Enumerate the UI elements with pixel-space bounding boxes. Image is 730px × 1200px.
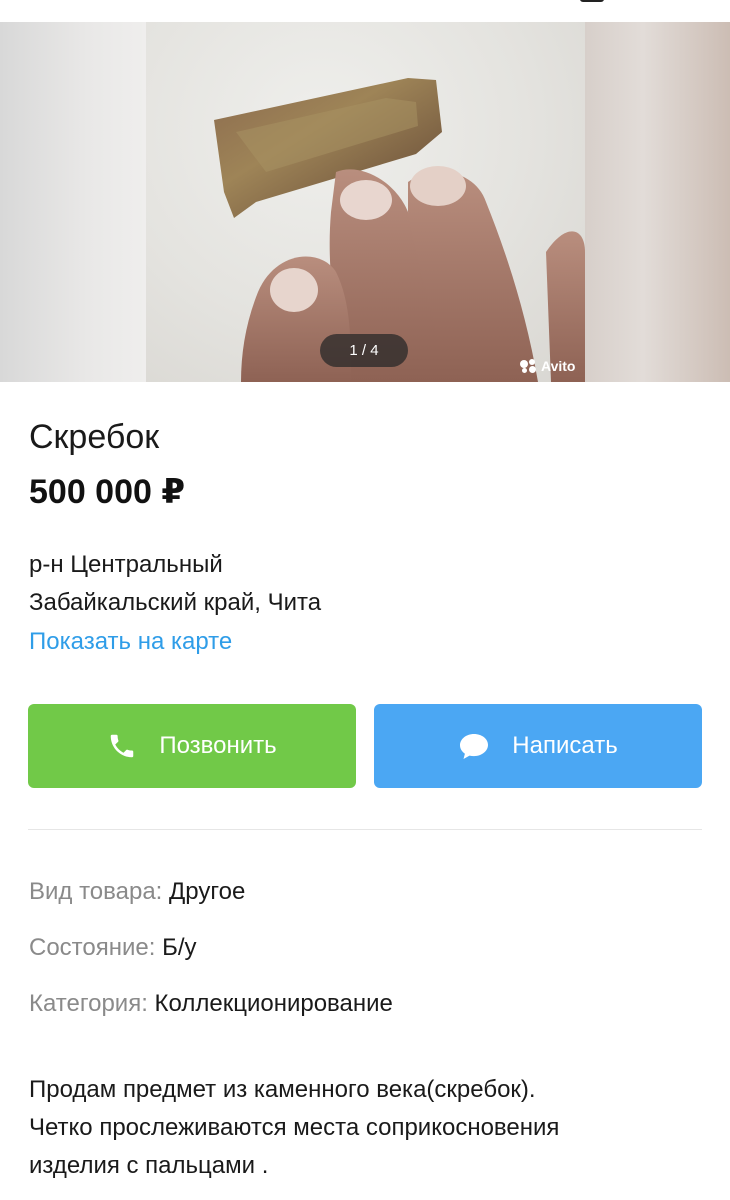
photo-counter: 1 / 4 — [320, 334, 408, 367]
photo-gallery[interactable]: 1 / 4 Avito — [0, 22, 730, 382]
listing-price: 500 000 ₽ — [29, 473, 186, 511]
listing-description: Продам предмет из каменного века(скребок… — [29, 1071, 709, 1185]
write-button[interactable]: Написать — [374, 704, 702, 788]
status-indicator — [580, 0, 604, 2]
write-button-label: Написать — [512, 732, 618, 759]
param-key: Состояние: — [29, 934, 156, 961]
listing-photo[interactable] — [146, 22, 585, 382]
listing-district: р-н Центральный — [29, 551, 223, 578]
param-value: Другое — [169, 878, 246, 905]
description-line: Продам предмет из каменного века(скребок… — [29, 1076, 536, 1103]
param-category: Категория: Коллекционирование — [29, 990, 393, 1018]
status-bar — [0, 0, 730, 22]
param-value: Б/у — [162, 934, 197, 961]
description-line: Четко прослеживаются места соприкосновен… — [29, 1114, 560, 1141]
param-item-type: Вид товара: Другое — [29, 878, 245, 906]
previous-photo-preview — [0, 22, 146, 382]
section-divider — [28, 829, 702, 830]
param-key: Категория: — [29, 990, 148, 1017]
avito-watermark: Avito — [520, 358, 575, 374]
description-line: изделия с пальцами . — [29, 1152, 269, 1179]
param-condition: Состояние: Б/у — [29, 934, 197, 962]
chat-bubble-icon — [460, 734, 489, 759]
watermark-text: Avito — [541, 358, 576, 374]
call-button[interactable]: Позвонить — [28, 704, 356, 788]
show-on-map-link[interactable]: Показать на карте — [29, 628, 232, 656]
call-button-label: Позвонить — [159, 732, 277, 759]
phone-icon — [111, 734, 134, 758]
param-key: Вид товара: — [29, 878, 163, 905]
listing-region-city: Забайкальский край, Чита — [29, 589, 322, 616]
stone-scraper-photo-illustration — [214, 78, 585, 382]
avito-logo-icon — [520, 359, 538, 373]
listing-title: Скребок — [29, 418, 160, 456]
next-photo-preview — [585, 22, 730, 382]
param-value: Коллекционирование — [154, 990, 393, 1017]
